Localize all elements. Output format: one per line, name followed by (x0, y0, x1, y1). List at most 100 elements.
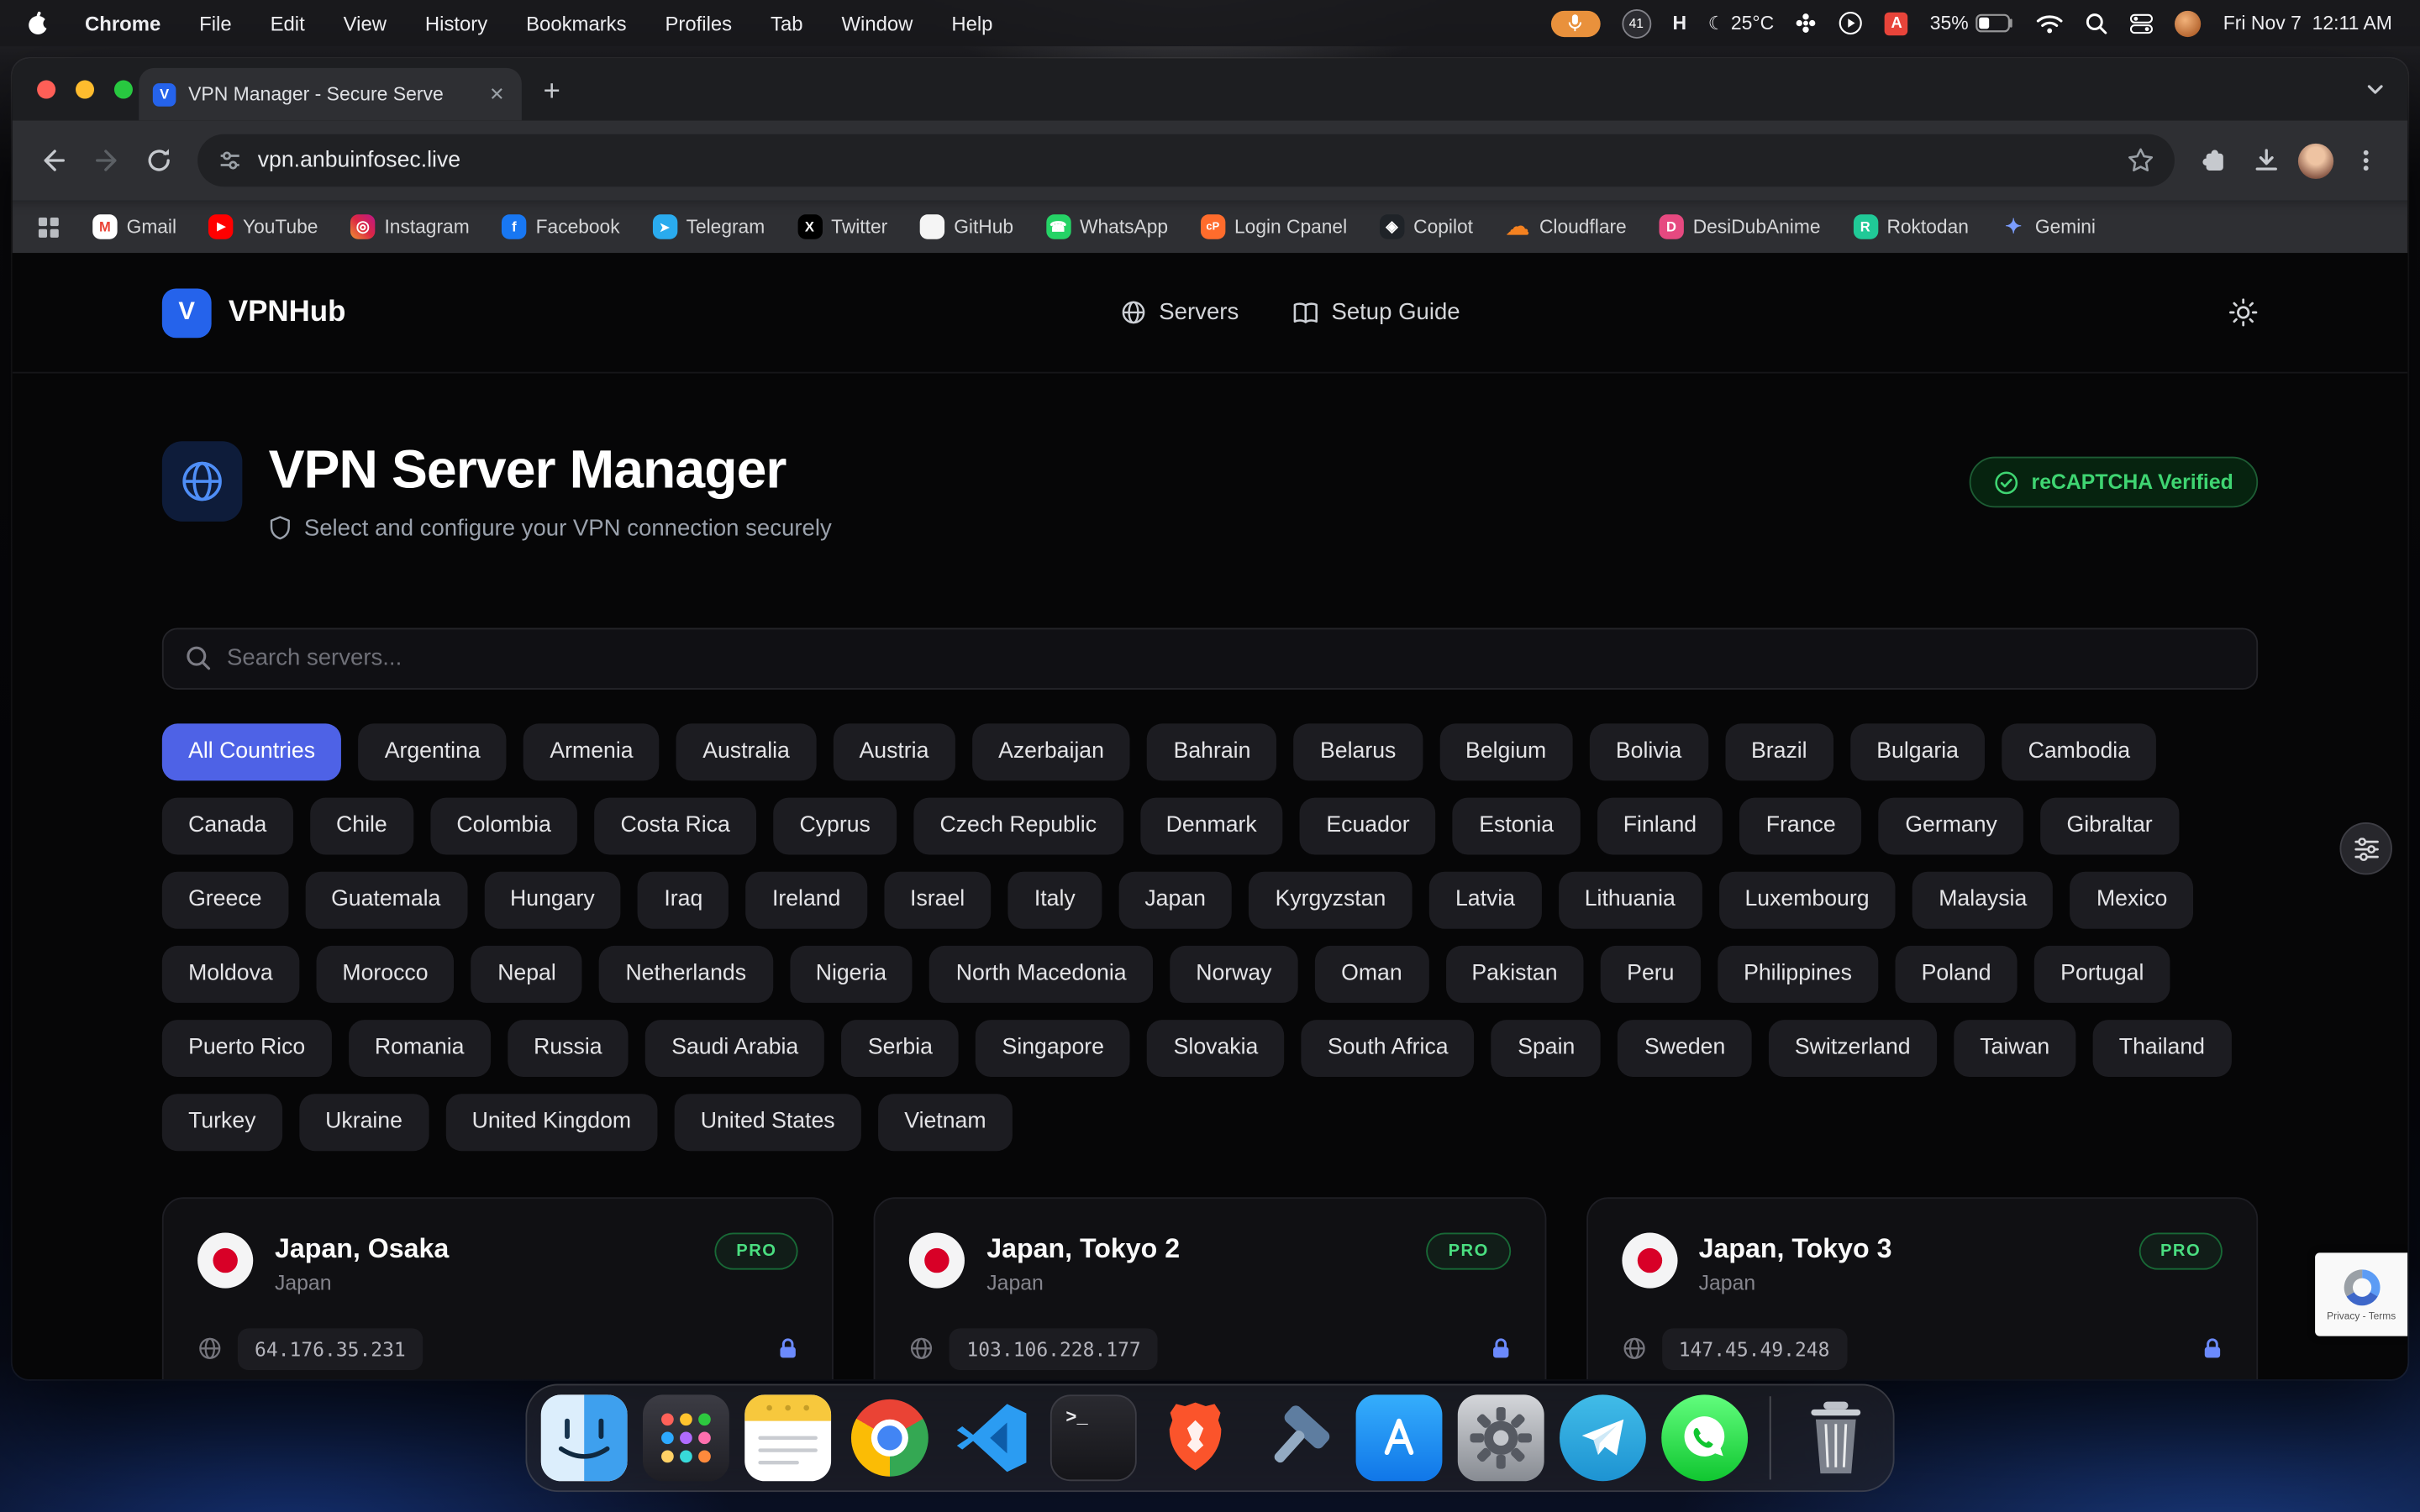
weather-widget[interactable]: ☾ 25°C (1708, 13, 1774, 34)
bookmark-item[interactable]: fFacebook (502, 214, 619, 239)
bookmark-item[interactable]: ◈Copilot (1380, 214, 1473, 239)
forward-button[interactable] (81, 134, 133, 186)
window-minimize-button[interactable] (76, 81, 94, 99)
theme-toggle-button[interactable] (2228, 297, 2258, 327)
recaptcha-privacy-terms[interactable]: Privacy - Terms (2327, 1310, 2396, 1321)
country-pill[interactable]: Belgium (1439, 723, 1573, 780)
tab-search-button[interactable] (2361, 76, 2389, 103)
spotlight-icon[interactable] (2086, 12, 2109, 35)
dock-trash-icon[interactable] (1792, 1394, 1879, 1481)
browser-menu-icon[interactable] (2339, 134, 2391, 186)
menubar-avatar[interactable] (2175, 10, 2202, 36)
control-center-icon[interactable] (2131, 13, 2154, 34)
hammerspoon-menu-icon[interactable]: H (1672, 13, 1686, 34)
dock-appstore-icon[interactable] (1356, 1394, 1443, 1481)
country-pill[interactable]: Colombia (430, 797, 577, 854)
battery-limit-widget[interactable]: 41 (1622, 8, 1651, 38)
country-pill[interactable]: Ecuador (1300, 797, 1436, 854)
country-pill[interactable]: Turkey (162, 1093, 282, 1150)
menubar-app-name[interactable]: Chrome (85, 12, 160, 35)
country-pill[interactable]: Czech Republic (913, 797, 1123, 854)
country-pill[interactable]: North Macedonia (930, 945, 1153, 1002)
dock-launchpad-icon[interactable] (643, 1394, 729, 1481)
back-button[interactable] (28, 134, 80, 186)
country-pill[interactable]: South Africa (1302, 1019, 1475, 1076)
country-pill[interactable]: Romania (349, 1019, 491, 1076)
recaptcha-badge[interactable]: Privacy - Terms (2315, 1252, 2407, 1336)
bookmark-item[interactable]: RRoktodan (1853, 214, 1969, 239)
window-close-button[interactable] (37, 81, 55, 99)
country-pill[interactable]: Nepal (471, 945, 582, 1002)
country-pill[interactable]: Brazil (1725, 723, 1833, 780)
menu-file[interactable]: File (199, 12, 231, 35)
country-pill[interactable]: Slovakia (1147, 1019, 1284, 1076)
menu-help[interactable]: Help (951, 12, 992, 35)
search-input[interactable] (227, 645, 2235, 671)
mic-indicator[interactable] (1550, 10, 1600, 36)
bookmark-item[interactable]: DDesiDubAnime (1659, 214, 1820, 239)
bookmark-item[interactable]: ✦Gemini (2001, 214, 2096, 239)
country-pill[interactable]: Lithuania (1558, 871, 1702, 928)
bookmark-item[interactable]: ▶YouTube (209, 214, 318, 239)
dock-brave-icon[interactable] (1152, 1394, 1239, 1481)
reload-button[interactable] (133, 134, 185, 186)
country-pill[interactable]: United States (675, 1093, 861, 1150)
country-pill[interactable]: Australia (676, 723, 816, 780)
apple-menu-icon[interactable] (28, 11, 50, 35)
dock-chrome-icon[interactable] (846, 1394, 933, 1481)
dock-notes-icon[interactable] (744, 1394, 831, 1481)
country-pill[interactable]: Russia (508, 1019, 629, 1076)
a-app-menu-icon[interactable]: A (1885, 12, 1908, 35)
country-pill[interactable]: Kyrgyzstan (1249, 871, 1412, 928)
server-card[interactable]: Japan, Tokyo 3 Japan PRO 147.45.49.248 (1586, 1196, 2259, 1379)
country-pill[interactable]: Switzerland (1769, 1019, 1937, 1076)
bookmark-item[interactable]: GitHub (920, 214, 1013, 239)
country-pill[interactable]: Mexico (2070, 871, 2194, 928)
country-pill[interactable]: Thailand (2093, 1019, 2232, 1076)
country-pill[interactable]: Pakistan (1445, 945, 1584, 1002)
lock-icon[interactable] (778, 1337, 798, 1359)
menu-history[interactable]: History (425, 12, 487, 35)
country-pill[interactable]: Armenia (523, 723, 660, 780)
country-pill[interactable]: Gibraltar (2040, 797, 2179, 854)
country-pill[interactable]: Spain (1491, 1019, 1602, 1076)
floating-widget-button[interactable] (2339, 822, 2391, 874)
country-pill[interactable]: Moldova (162, 945, 299, 1002)
country-pill[interactable]: Netherlands (599, 945, 772, 1002)
dock-settings-icon[interactable] (1458, 1394, 1544, 1481)
new-tab-button[interactable]: + (544, 76, 560, 109)
profile-avatar[interactable] (2298, 143, 2333, 178)
country-pill[interactable]: Argentina (358, 723, 506, 780)
country-pill[interactable]: Estonia (1453, 797, 1580, 854)
country-pill[interactable]: Costa Rica (594, 797, 756, 854)
country-pill[interactable]: Morocco (316, 945, 455, 1002)
country-pill[interactable]: Norway (1170, 945, 1298, 1002)
country-pill[interactable]: Israel (884, 871, 992, 928)
country-pill[interactable]: Japan (1118, 871, 1232, 928)
country-pill[interactable]: Guatemala (305, 871, 467, 928)
country-pill[interactable]: Serbia (842, 1019, 959, 1076)
country-pill[interactable]: France (1740, 797, 1862, 854)
country-pill[interactable]: Cyprus (773, 797, 897, 854)
country-pill[interactable]: Portugal (2034, 945, 2170, 1002)
dock-finder-icon[interactable] (541, 1394, 628, 1481)
bookmark-star-icon[interactable] (2127, 146, 2154, 174)
country-pill[interactable]: United Kingdom (445, 1093, 657, 1150)
country-pill[interactable]: Chile (310, 797, 413, 854)
apps-grid-icon[interactable] (37, 215, 60, 239)
menu-window[interactable]: Window (841, 12, 913, 35)
fan-widget-icon[interactable] (1796, 13, 1818, 34)
country-pill[interactable]: Iraq (638, 871, 729, 928)
bookmark-item[interactable]: ➤Telegram (652, 214, 765, 239)
server-card[interactable]: Japan, Osaka Japan PRO 64.176.35.231 (162, 1196, 834, 1379)
dock-whatsapp-icon[interactable] (1661, 1394, 1748, 1481)
nav-link-setup-guide[interactable]: Setup Guide (1292, 299, 1460, 325)
server-card[interactable]: Japan, Tokyo 2 Japan PRO 103.106.228.177 (874, 1196, 1546, 1379)
country-pill[interactable]: Denmark (1139, 797, 1283, 854)
url-text[interactable]: vpn.anbuinfosec.live (258, 148, 2112, 172)
country-pill[interactable]: Canada (162, 797, 293, 854)
country-pill[interactable]: Peru (1601, 945, 1701, 1002)
country-pill[interactable]: Luxembourg (1718, 871, 1896, 928)
country-pill[interactable]: Hungary (484, 871, 621, 928)
bookmark-item[interactable]: ☎WhatsApp (1046, 214, 1168, 239)
